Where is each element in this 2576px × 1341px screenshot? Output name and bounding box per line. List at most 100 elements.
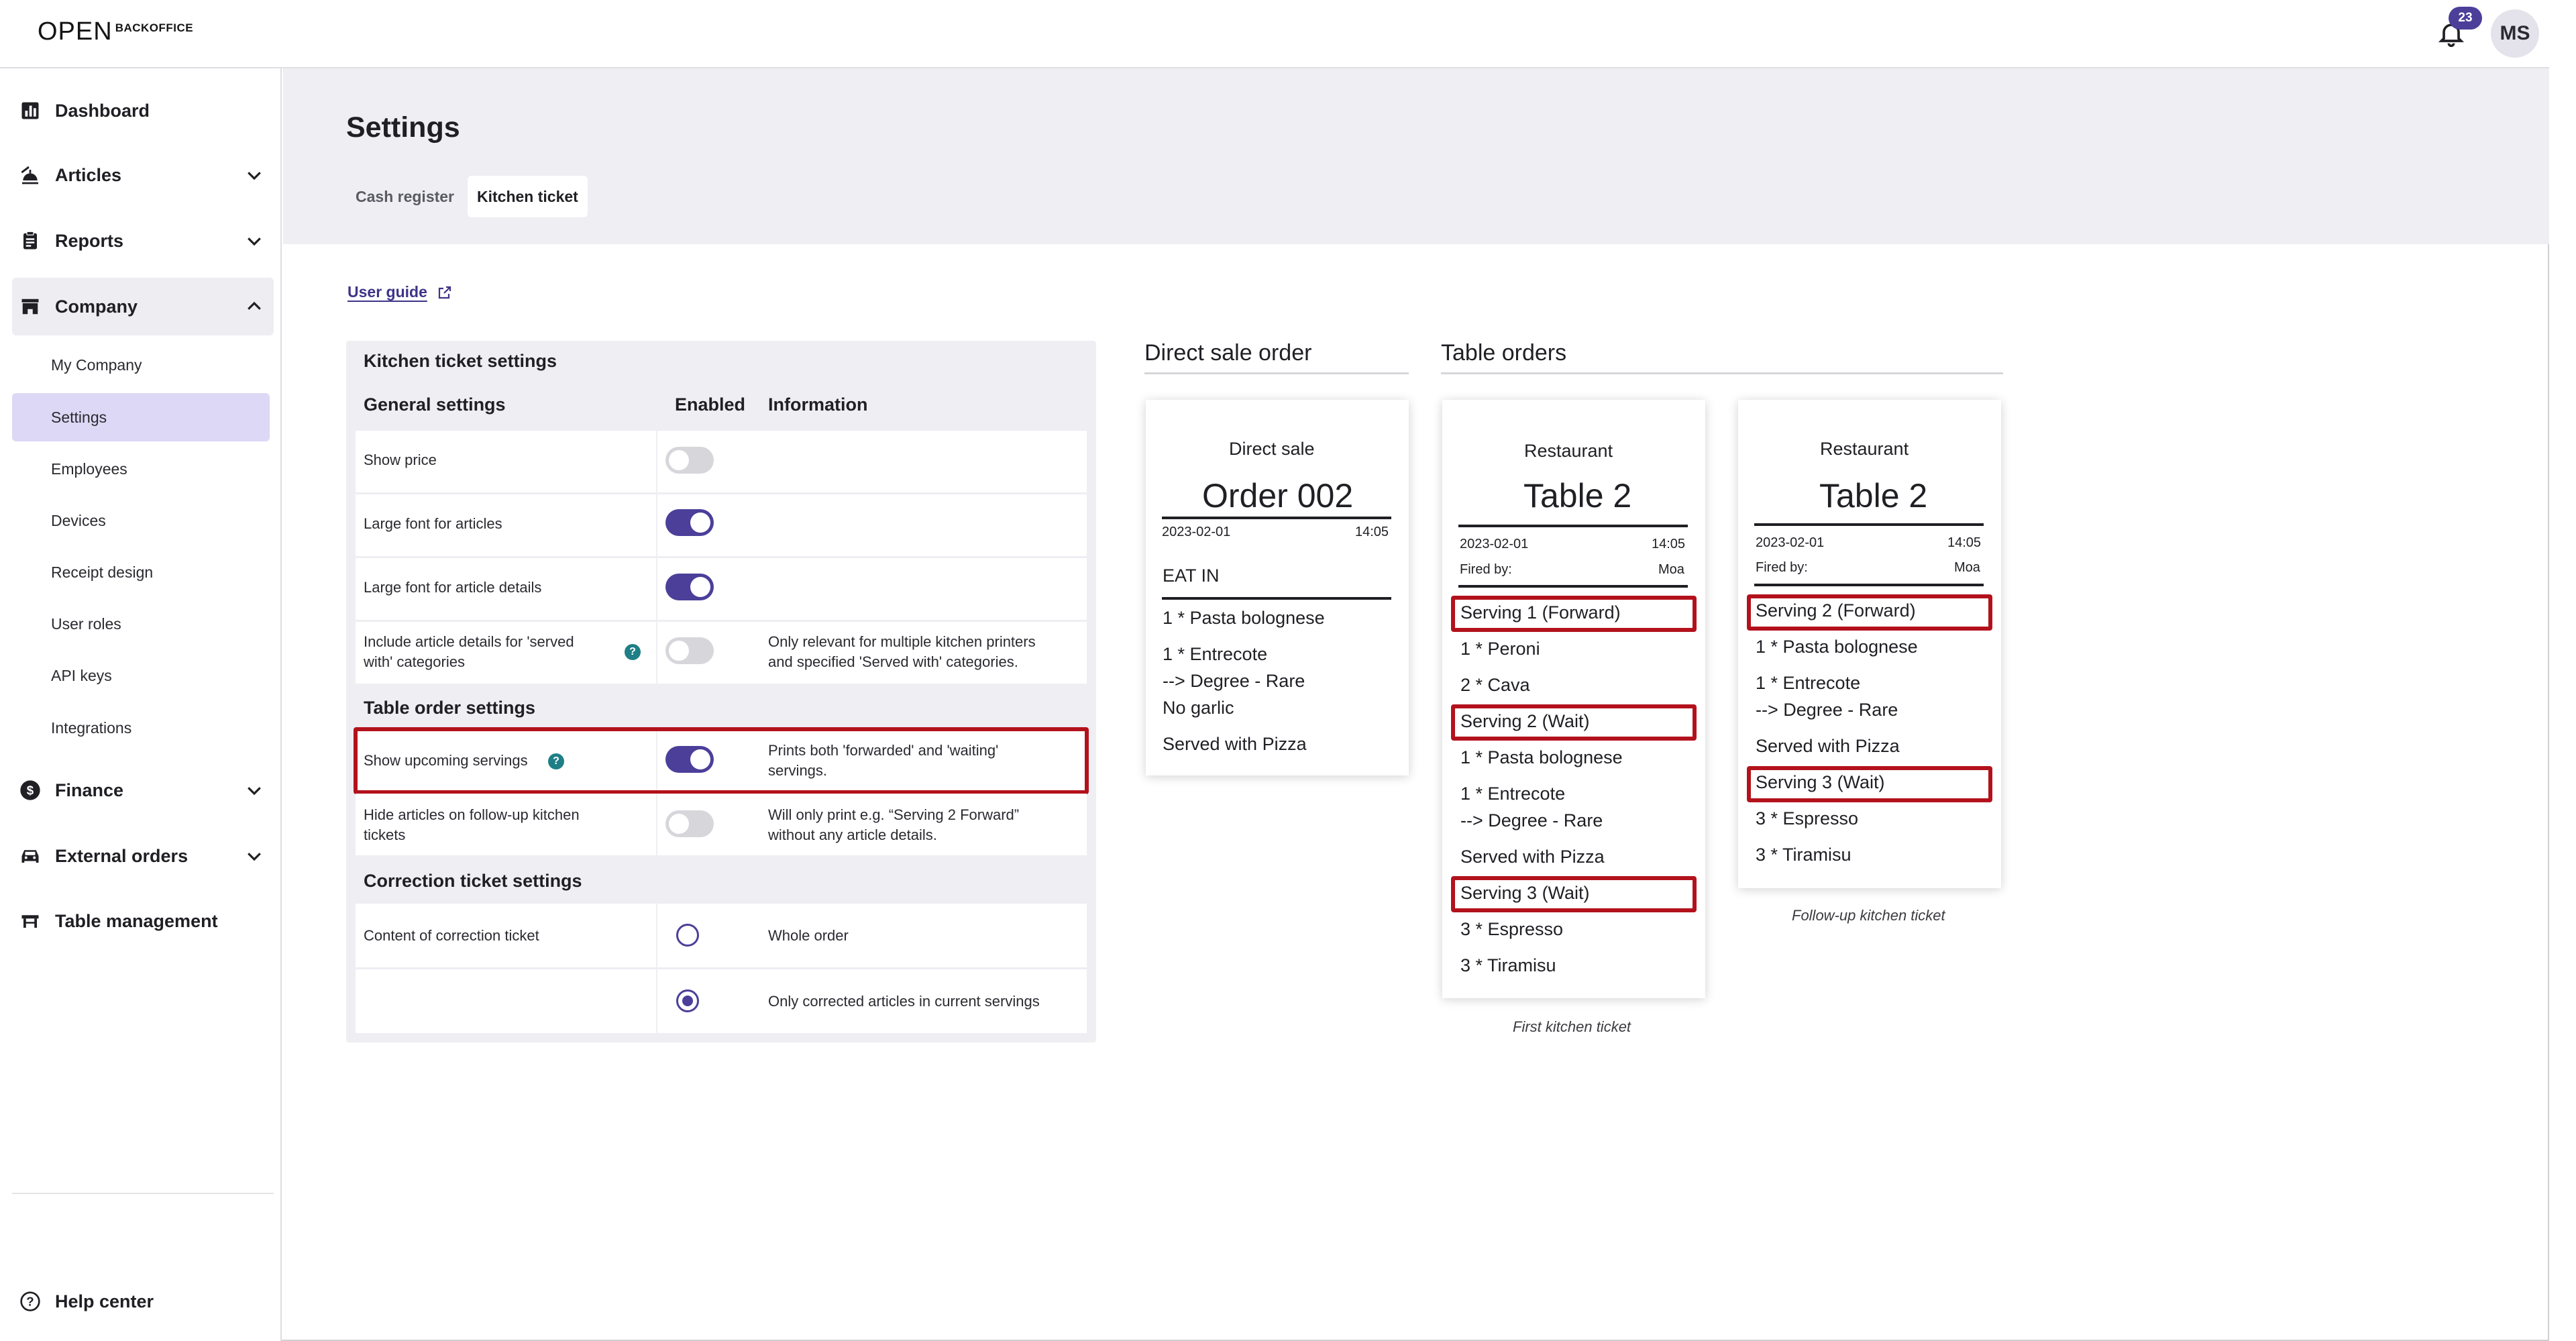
- enabled-column-header: Enabled: [675, 394, 746, 415]
- label-line: Include article details for 'served: [364, 633, 574, 650]
- user-avatar[interactable]: MS: [2491, 9, 2539, 58]
- setting-label-large-font-details: Large font for article details: [364, 579, 542, 596]
- panel-title: Kitchen ticket settings: [364, 351, 557, 371]
- sidebar-item-label: Dashboard: [55, 100, 150, 121]
- ticket-rule: [1754, 523, 1984, 526]
- sidebar-item-table-management[interactable]: Table management: [12, 892, 274, 950]
- setting-label-show-price: Show price: [364, 451, 437, 468]
- highlight-box: [1451, 704, 1697, 741]
- info-line: without any article details.: [768, 826, 937, 843]
- help-icon[interactable]: ?: [625, 644, 641, 660]
- large-font-details-toggle[interactable]: [665, 574, 714, 600]
- chevron-down-icon: [248, 787, 261, 796]
- ticket-line: 1 * Entrecote: [1163, 644, 1268, 664]
- hide-articles-toggle[interactable]: [665, 810, 714, 837]
- ticket-rule: [1458, 585, 1688, 588]
- large-font-articles-toggle[interactable]: [665, 509, 714, 536]
- ticket-line: 2 * Cava: [1460, 675, 1530, 695]
- ticket-line: Served with Pizza: [1756, 736, 1900, 756]
- setting-label-hide-articles: Hide articles on follow-up kitchen ticke…: [364, 805, 580, 845]
- ticket-mode: EAT IN: [1163, 566, 1220, 586]
- ticket-time: 14:05: [1355, 525, 1389, 539]
- setting-info-hide-articles: Will only print e.g. “Serving 2 Forward”…: [768, 805, 1019, 845]
- ticket-time: 14:05: [1652, 537, 1686, 551]
- highlight-box: [1747, 594, 1992, 631]
- correction-settings-heading: Correction ticket settings: [364, 871, 582, 891]
- brand-logo[interactable]: OPEN BACKOFFICE: [38, 17, 193, 46]
- info-line: Will only print e.g. “Serving 2 Forward”: [768, 806, 1020, 823]
- tab-cash-register[interactable]: Cash register: [346, 176, 464, 217]
- include-details-toggle[interactable]: [665, 637, 714, 664]
- label-line: Hide articles on follow-up kitchen: [364, 806, 580, 823]
- svg-text:?: ?: [26, 1295, 34, 1309]
- info-line: and specified 'Served with' categories.: [768, 653, 1018, 670]
- ticket-date: 2023-02-01: [1162, 525, 1231, 539]
- sidebar-item-reports[interactable]: Reports: [12, 212, 274, 270]
- food-icon: [19, 164, 42, 186]
- chevron-down-icon: [248, 172, 261, 180]
- sidebar-subitem-devices[interactable]: Devices: [12, 496, 270, 545]
- info-line: Only relevant for multiple kitchen print…: [768, 633, 1036, 650]
- sidebar-item-articles[interactable]: Articles: [12, 146, 274, 204]
- sidebar-item-help-center[interactable]: ? Help center: [12, 1273, 274, 1330]
- chevron-down-icon: [248, 853, 261, 861]
- ticket-line: 3 * Tiramisu: [1756, 845, 1851, 865]
- ticket-title: Table 2: [1819, 477, 1928, 515]
- logo-mark: OPEN: [38, 17, 113, 46]
- sidebar-subitem-user-roles[interactable]: User roles: [12, 600, 270, 648]
- ticket-line: --> Degree - Rare: [1756, 700, 1898, 720]
- fired-by-label: Fired by:: [1756, 560, 1808, 575]
- general-settings-heading: General settings: [364, 394, 506, 415]
- sidebar-item-external-orders[interactable]: External orders: [12, 827, 274, 885]
- ticket-line: Served with Pizza: [1460, 847, 1605, 867]
- ticket-rule: [1754, 584, 1984, 586]
- ticket-line: 1 * Entrecote: [1756, 673, 1861, 693]
- logo-subtitle: BACKOFFICE: [115, 21, 194, 34]
- table-icon: [19, 910, 42, 932]
- ticket-caption: Follow-up kitchen ticket: [1792, 907, 1945, 924]
- show-price-toggle[interactable]: [665, 447, 714, 474]
- radio-only-corrected[interactable]: [676, 989, 699, 1012]
- highlight-box: [354, 727, 1089, 794]
- sidebar-item-label: Articles: [55, 164, 122, 185]
- ticket-subtitle: Restaurant: [1524, 441, 1613, 461]
- tab-kitchen-ticket[interactable]: Kitchen ticket: [468, 176, 588, 217]
- chevron-up-icon: [248, 301, 261, 310]
- dollar-icon: $: [19, 779, 42, 802]
- svg-text:$: $: [27, 784, 34, 798]
- sidebar-subitem-receipt-design[interactable]: Receipt design: [12, 548, 270, 596]
- setting-info-include-details: Only relevant for multiple kitchen print…: [768, 632, 1036, 672]
- option-label-only-corrected: Only corrected articles in current servi…: [768, 993, 1040, 1010]
- sidebar-subitem-settings[interactable]: Settings: [12, 393, 270, 441]
- radio-whole-order[interactable]: [676, 924, 699, 947]
- user-guide-link[interactable]: User guide: [347, 283, 453, 301]
- sidebar-subitem-integrations[interactable]: Integrations: [12, 704, 270, 752]
- help-center-label: Help center: [55, 1291, 154, 1311]
- setting-row: [356, 431, 1087, 492]
- sidebar-subitem-api-keys[interactable]: API keys: [12, 651, 270, 700]
- sidebar-item-dashboard[interactable]: Dashboard: [12, 82, 274, 140]
- sidebar-subitem-employees[interactable]: Employees: [12, 445, 270, 493]
- sidebar-subitem-my-company[interactable]: My Company: [12, 341, 270, 389]
- option-label-whole-order: Whole order: [768, 927, 849, 944]
- highlight-box: [1451, 876, 1697, 912]
- clipboard-icon: [19, 229, 42, 252]
- sidebar-item-finance[interactable]: $ Finance: [12, 761, 274, 819]
- ticket-line: 3 * Espresso: [1756, 808, 1859, 828]
- ticket-line: 1 * Pasta bolognese: [1460, 747, 1623, 767]
- sidebar-item-label: Table management: [55, 910, 218, 931]
- ticket-line: 1 * Entrecote: [1460, 784, 1566, 804]
- bar-chart-icon: [19, 99, 42, 122]
- ticket-subtitle: Restaurant: [1820, 439, 1909, 459]
- setting-label-correction-content: Content of correction ticket: [364, 927, 539, 944]
- heading-underline: [1144, 372, 1409, 374]
- ticket-time: 14:05: [1947, 535, 1982, 550]
- page-title: Settings: [346, 111, 460, 144]
- sidebar-item-company[interactable]: Company: [12, 278, 274, 335]
- store-icon: [19, 295, 42, 318]
- sidebar-item-label: Finance: [55, 780, 124, 800]
- notification-count-badge: 23: [2449, 7, 2482, 30]
- heading-underline: [1441, 372, 2003, 374]
- table-order-settings-heading: Table order settings: [364, 698, 536, 718]
- external-link-icon: [438, 286, 451, 299]
